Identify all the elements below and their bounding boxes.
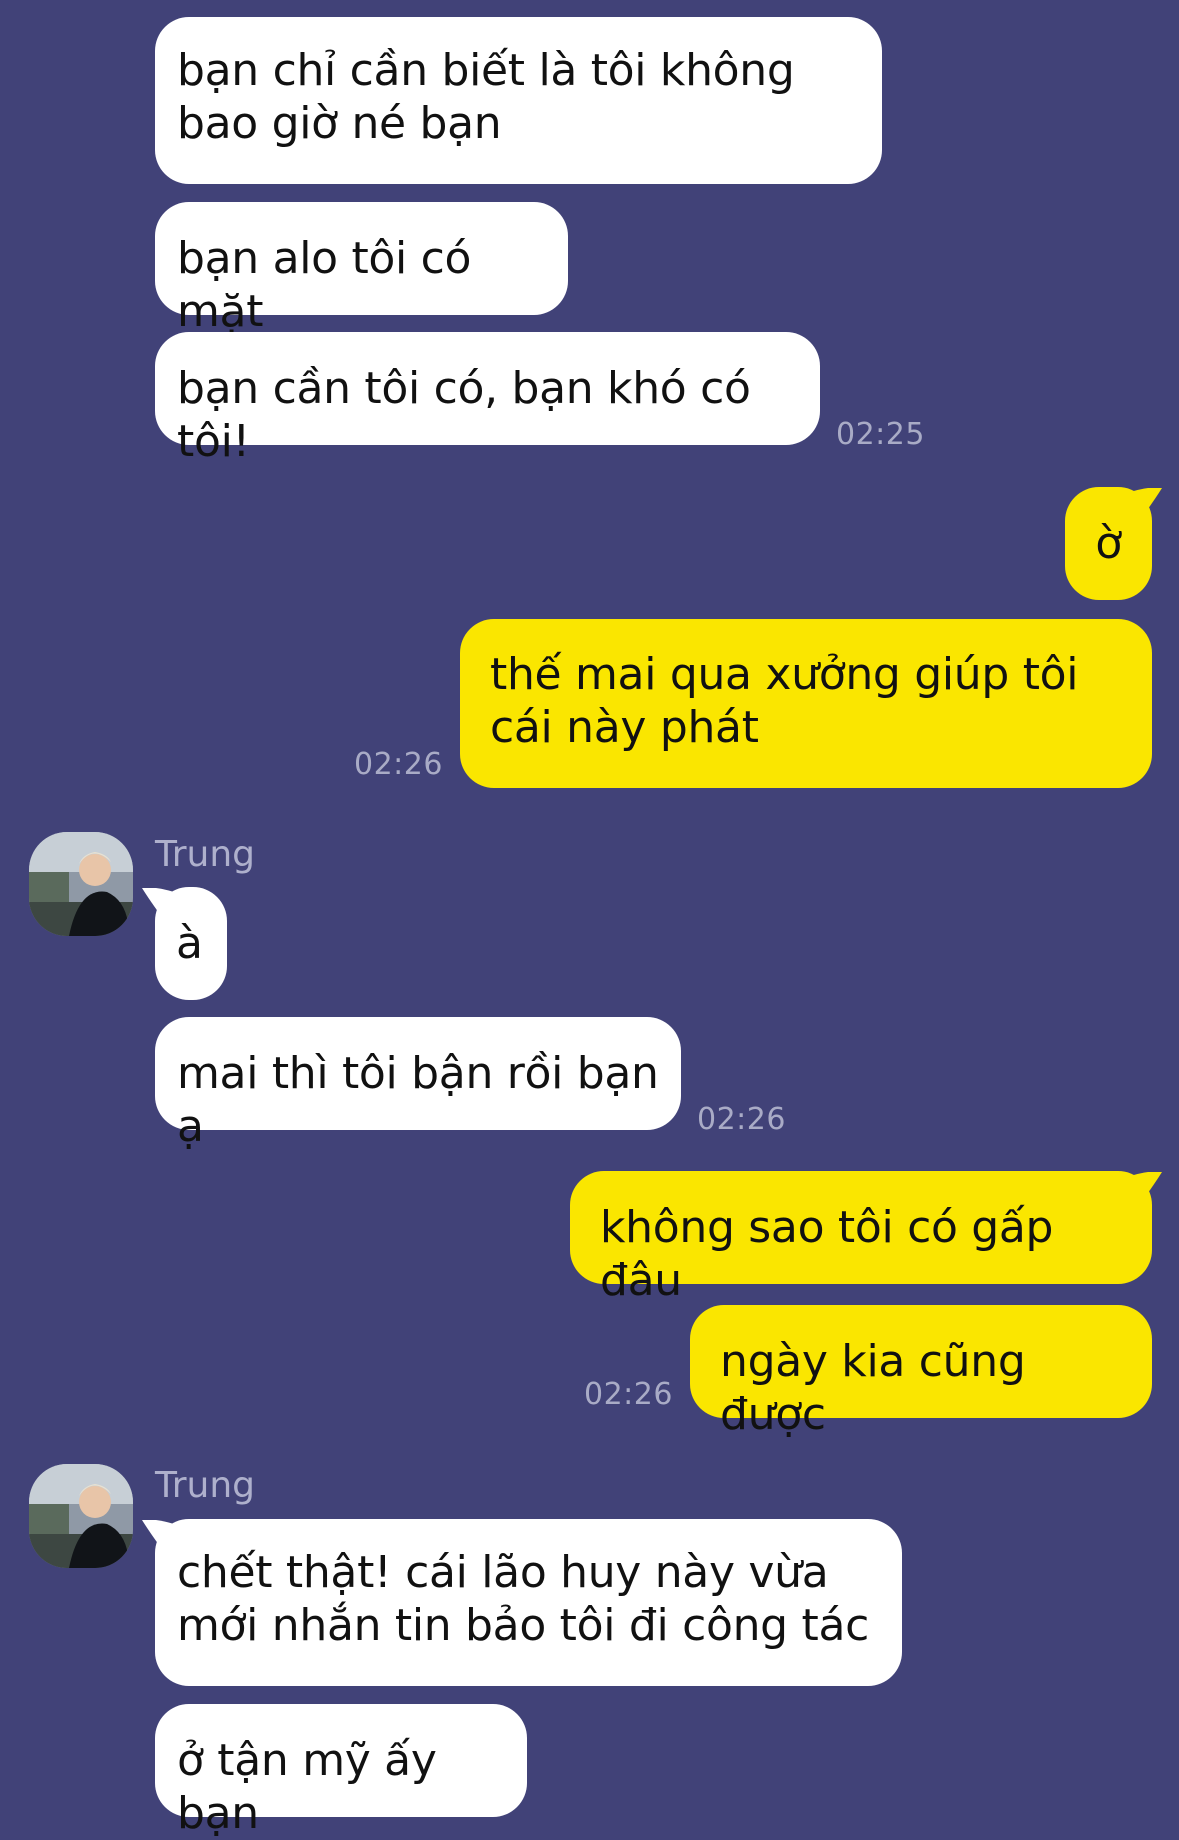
message-text: ngày kia cũng được xyxy=(720,1336,1026,1440)
incoming-message[interactable]: ở tận mỹ ấy bạn xyxy=(155,1704,527,1839)
sender-name: Trung xyxy=(155,1465,255,1506)
outgoing-message[interactable]: ờ xyxy=(1065,487,1152,600)
sender-avatar[interactable] xyxy=(29,832,133,936)
outgoing-message[interactable]: không sao tôi có gấp đâu xyxy=(570,1171,1152,1306)
outgoing-message[interactable]: ngày kia cũng được xyxy=(690,1305,1152,1440)
avatar-image xyxy=(29,1464,133,1568)
incoming-message[interactable]: à xyxy=(155,887,227,1000)
sender-name: Trung xyxy=(155,834,255,875)
avatar-image xyxy=(29,832,133,936)
sender-avatar[interactable] xyxy=(29,1464,133,1568)
outgoing-message[interactable]: thế mai qua xưởng giúp tôi cái này phát xyxy=(460,619,1152,788)
message-text: bạn alo tôi có mặt xyxy=(177,233,472,337)
incoming-message[interactable]: chết thật! cái lão huy này vừa mới nhắn … xyxy=(155,1519,902,1686)
message-text: ở tận mỹ ấy bạn xyxy=(177,1735,437,1839)
message-text: mai thì tôi bận rồi bạn ạ xyxy=(177,1048,659,1152)
message-text: thế mai qua xưởng giúp tôi cái này phát xyxy=(490,649,1079,753)
message-text: ờ xyxy=(1095,518,1122,569)
message-text: bạn cần tôi có, bạn khó có tôi! xyxy=(177,363,751,467)
message-text: à xyxy=(176,918,203,969)
message-timestamp: 02:25 xyxy=(836,417,925,452)
message-text: không sao tôi có gấp đâu xyxy=(600,1202,1054,1306)
incoming-message[interactable]: bạn alo tôi có mặt xyxy=(155,202,568,337)
incoming-message[interactable]: mai thì tôi bận rồi bạn ạ xyxy=(155,1017,681,1152)
message-timestamp: 02:26 xyxy=(697,1102,786,1137)
incoming-message[interactable]: bạn chỉ cần biết là tôi không bao giờ né… xyxy=(155,17,882,184)
message-text: bạn chỉ cần biết là tôi không bao giờ né… xyxy=(177,45,795,149)
message-timestamp: 02:26 xyxy=(584,1377,673,1412)
incoming-message[interactable]: bạn cần tôi có, bạn khó có tôi! xyxy=(155,332,820,467)
message-text: chết thật! cái lão huy này vừa mới nhắn … xyxy=(177,1547,869,1651)
message-timestamp: 02:26 xyxy=(354,747,443,782)
